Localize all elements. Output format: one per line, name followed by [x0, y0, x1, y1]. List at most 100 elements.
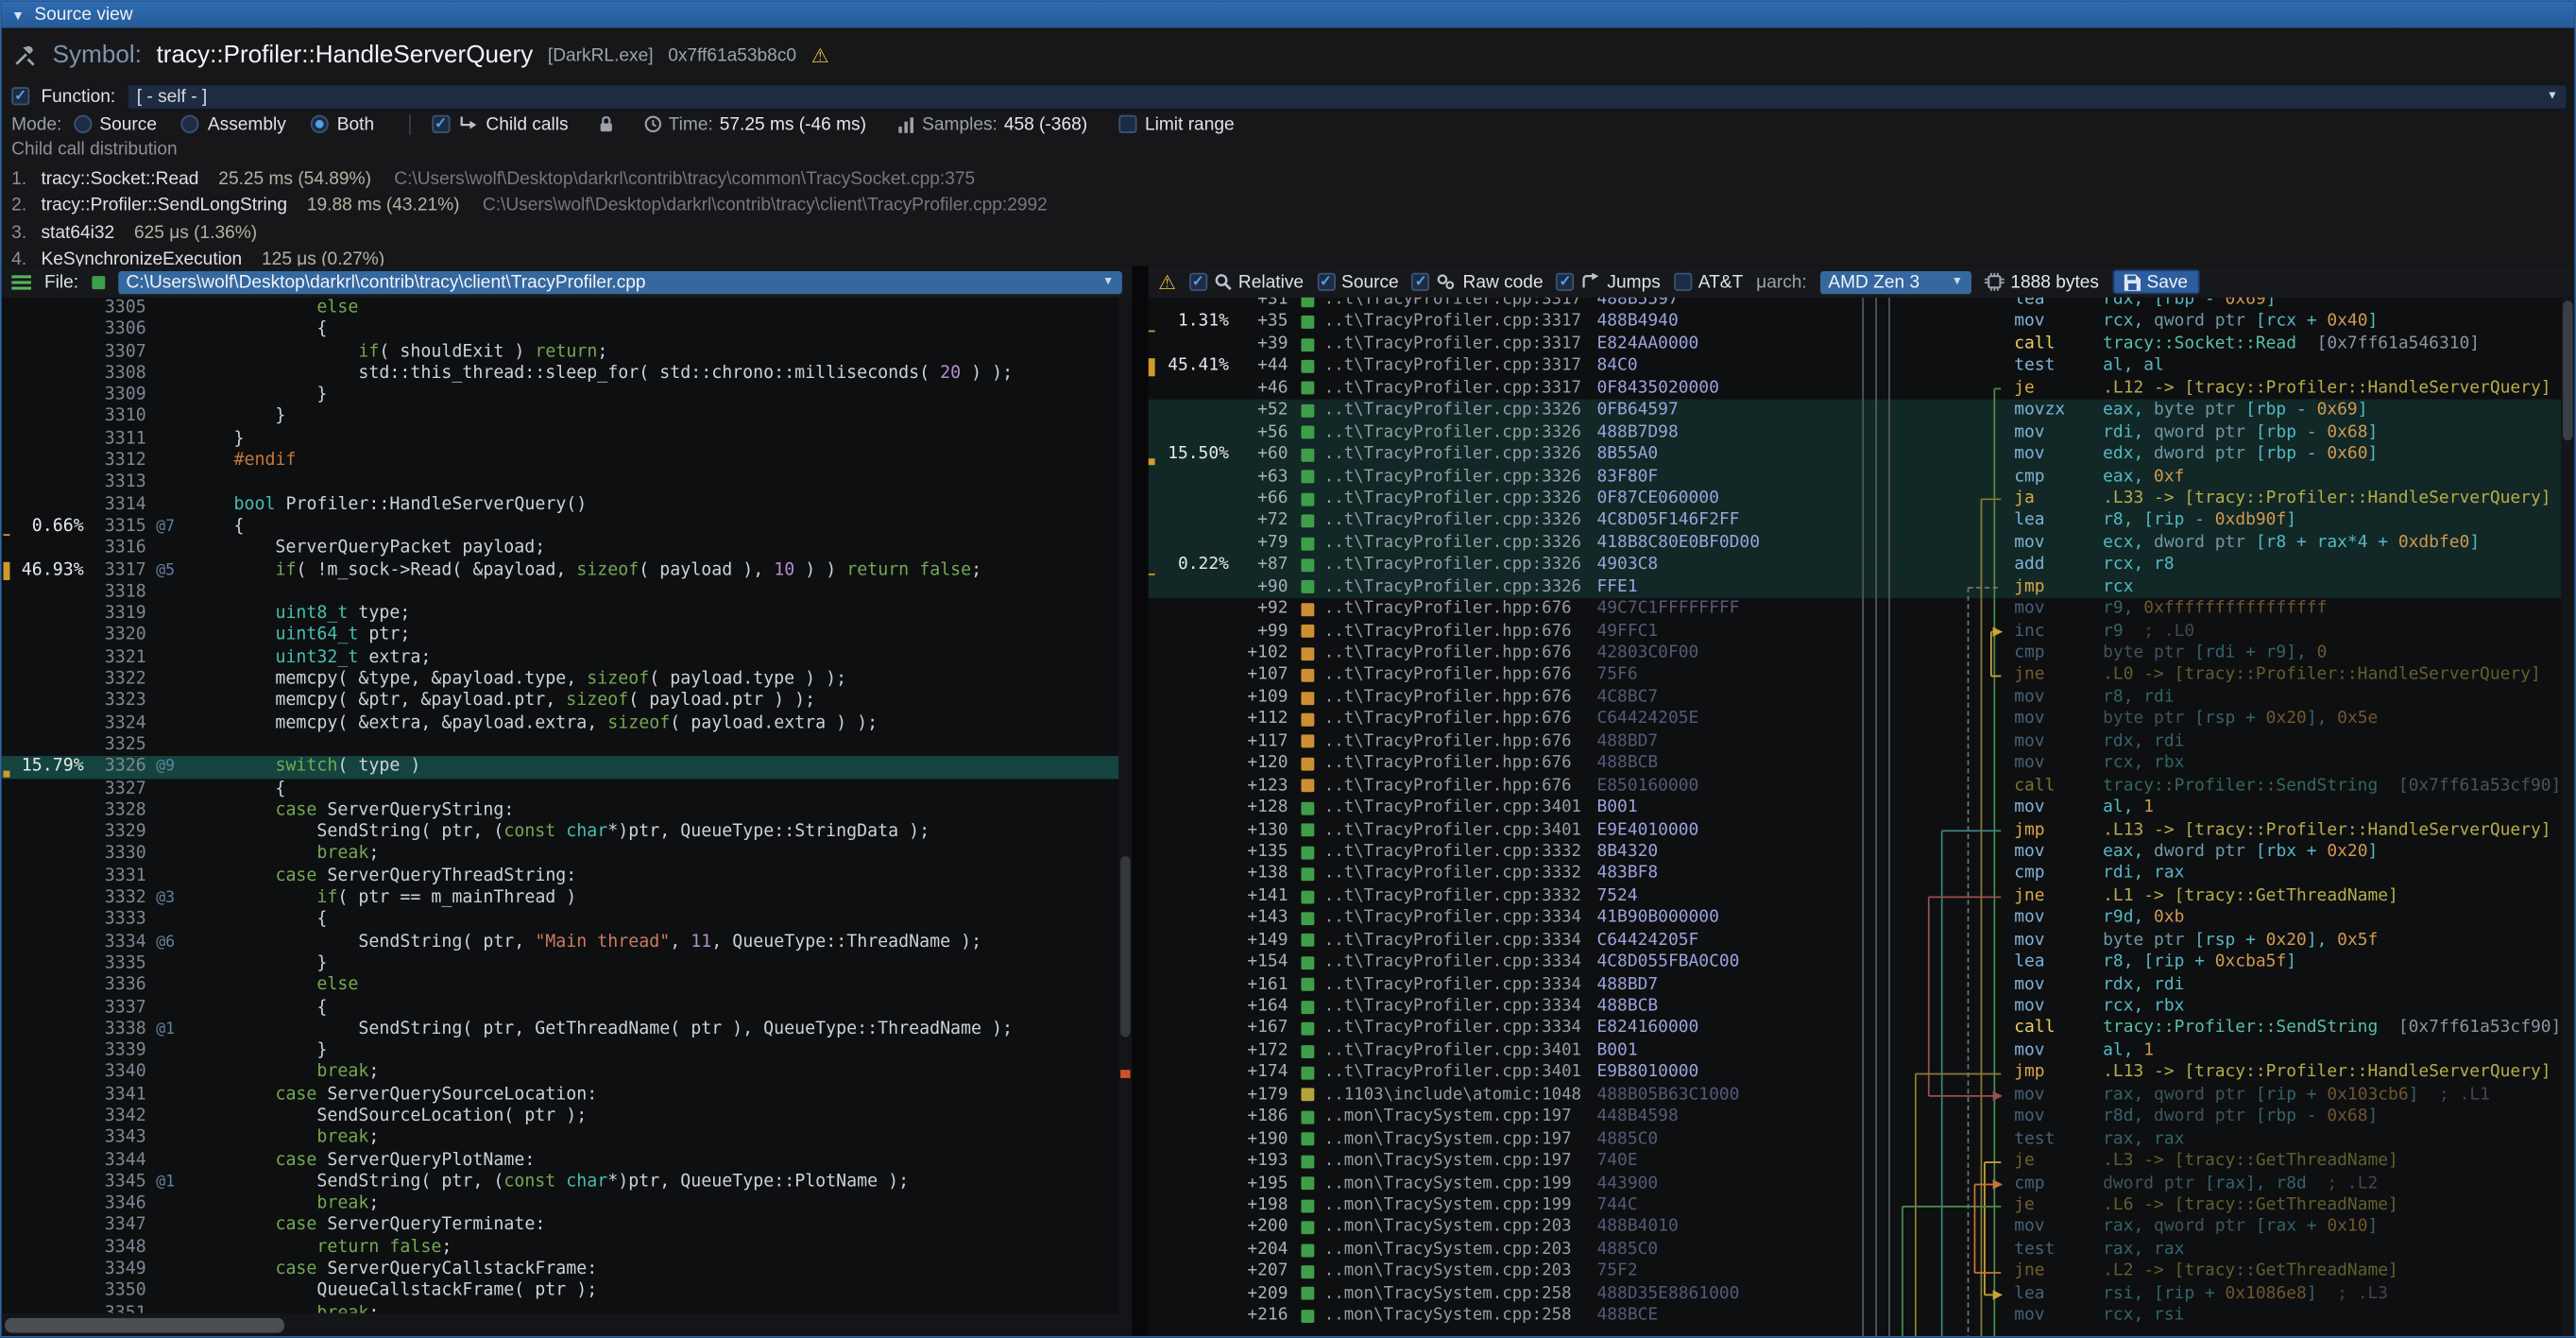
mode-radio-source[interactable]: Source — [74, 114, 157, 134]
asm-row[interactable]: +154..t\TracyProfiler.cpp:33344C8D055FBA… — [1149, 952, 2562, 973]
lock-button[interactable] — [593, 113, 620, 135]
asm-row[interactable]: 1.31%+35..t\TracyProfiler.cpp:3317488B49… — [1149, 311, 2562, 333]
relative-toggle[interactable]: Relative — [1189, 272, 1304, 292]
source-line[interactable]: 3337 { — [2, 997, 1119, 1019]
source-toggle[interactable]: Source — [1317, 272, 1399, 292]
source-line[interactable]: 3329 SendString( ptr, (const char*)ptr, … — [2, 822, 1119, 844]
source-line[interactable]: 3321 uint32_t extra; — [2, 647, 1119, 669]
source-line[interactable]: 3335 } — [2, 953, 1119, 975]
source-line[interactable]: 15.79%3326@9 switch( type ) — [2, 756, 1119, 778]
asm-row[interactable]: +138..t\TracyProfiler.cpp:3332483BF8cmpr… — [1149, 864, 2562, 885]
asm-row[interactable]: +31..t\TracyProfiler.cpp:3317488B5597lea… — [1149, 298, 2562, 312]
asm-row[interactable]: +39..t\TracyProfiler.cpp:3317E824AA0000c… — [1149, 334, 2562, 355]
source-line[interactable]: 3310 } — [2, 406, 1119, 428]
asm-row[interactable]: +186..mon\TracySystem.cpp:197448B4598mov… — [1149, 1106, 2562, 1128]
asm-row[interactable]: +195..mon\TracySystem.cpp:199443900cmpdw… — [1149, 1173, 2562, 1194]
asm-row[interactable]: +179..1103\include\atomic:1048488B05B63C… — [1149, 1084, 2562, 1106]
asm-row[interactable]: +102..t\TracyProfiler.hpp:67642803C0F00c… — [1149, 643, 2562, 664]
source-line[interactable]: 3346 break; — [2, 1193, 1119, 1215]
source-line[interactable]: 3327 { — [2, 779, 1119, 800]
source-line[interactable]: 3306 { — [2, 319, 1119, 341]
asm-row[interactable]: +117..t\TracyProfiler.hpp:676488BD7movrd… — [1149, 730, 2562, 752]
asm-row[interactable]: +123..t\TracyProfiler.hpp:676E850160000c… — [1149, 775, 2562, 797]
asm-row[interactable]: +52..t\TracyProfiler.cpp:33260FB64597mov… — [1149, 400, 2562, 421]
child-calls-toggle[interactable]: Child calls — [432, 114, 569, 134]
asm-row[interactable]: +200..mon\TracySystem.cpp:203488B4010mov… — [1149, 1217, 2562, 1239]
source-line[interactable]: 3343 break; — [2, 1128, 1119, 1150]
asm-row[interactable]: +198..mon\TracySystem.cpp:199744Cje.L6 -… — [1149, 1194, 2562, 1216]
source-line[interactable]: 3319 uint8_t type; — [2, 604, 1119, 626]
uarch-combo[interactable]: AMD Zen 3 ▼ — [1820, 270, 1971, 293]
asm-row[interactable]: +209..mon\TracySystem.cpp:258488D35E8861… — [1149, 1283, 2562, 1305]
asm-row[interactable]: +92..t\TracyProfiler.hpp:67649C7C1FFFFFF… — [1149, 598, 2562, 620]
source-line[interactable]: 3330 break; — [2, 844, 1119, 866]
source-line[interactable]: 3334@6 SendString( ptr, "Main thread", 1… — [2, 931, 1119, 952]
asm-row[interactable]: +216..mon\TracySystem.cpp:258488BCEmovrc… — [1149, 1305, 2562, 1327]
asm-row[interactable]: +56..t\TracyProfiler.cpp:3326488B7D98mov… — [1149, 421, 2562, 443]
source-line[interactable]: 3309 } — [2, 385, 1119, 406]
asm-row[interactable]: +174..t\TracyProfiler.cpp:3401E9B8010000… — [1149, 1062, 2562, 1084]
asm-row[interactable]: +190..mon\TracySystem.cpp:1974885C0testr… — [1149, 1128, 2562, 1150]
asm-row[interactable]: +204..mon\TracySystem.cpp:2034885C0testr… — [1149, 1239, 2562, 1261]
source-line[interactable]: 3316 ServerQueryPacket payload; — [2, 538, 1119, 559]
source-line[interactable]: 3348 return false; — [2, 1237, 1119, 1259]
mode-radio-both[interactable]: Both — [311, 114, 374, 134]
mode-radio-assembly[interactable]: Assembly — [181, 114, 286, 134]
source-line[interactable]: 3313 — [2, 472, 1119, 494]
asm-row[interactable]: +72..t\TracyProfiler.cpp:33264C8D05F146F… — [1149, 510, 2562, 532]
asm-row[interactable]: +120..t\TracyProfiler.hpp:676488BCBmovrc… — [1149, 753, 2562, 775]
source-line[interactable]: 3308 std::this_thread::sleep_for( std::c… — [2, 363, 1119, 385]
raw-code-toggle[interactable]: Raw code — [1412, 272, 1544, 292]
file-list-icon[interactable] — [11, 274, 31, 290]
source-line[interactable]: 3305 else — [2, 298, 1119, 319]
source-line[interactable]: 3342 SendSourceLocation( ptr ); — [2, 1106, 1119, 1127]
asm-row[interactable]: +99..t\TracyProfiler.hpp:67649FFC1incr9 … — [1149, 621, 2562, 643]
window-titlebar[interactable]: ▼ Source view — [2, 2, 2575, 28]
asm-row[interactable]: +207..mon\TracySystem.cpp:20375F2jne.L2 … — [1149, 1261, 2562, 1282]
child-call-entry[interactable]: 3.stat64i32625 μs (1.36%) — [11, 220, 2574, 248]
function-combo[interactable]: [ - self - ] ▼ — [127, 83, 2567, 110]
asm-row[interactable]: +46..t\TracyProfiler.cpp:33170F843502000… — [1149, 378, 2562, 400]
asm-row[interactable]: +164..t\TracyProfiler.cpp:3334488BCBmovr… — [1149, 996, 2562, 1018]
scrollbar-thumb[interactable] — [1120, 856, 1130, 1037]
collapse-arrow-icon[interactable]: ▼ — [11, 8, 25, 23]
source-line[interactable]: 3350 QueueCallstackFrame( ptr ); — [2, 1280, 1119, 1302]
source-line[interactable]: 3347 case ServerQueryTerminate: — [2, 1215, 1119, 1237]
source-line[interactable]: 0.66%3315@7 { — [2, 516, 1119, 538]
source-line[interactable]: 3349 case ServerQueryCallstackFrame: — [2, 1259, 1119, 1280]
source-line[interactable]: 3322 memcpy( &type, &payload.type, sizeo… — [2, 669, 1119, 691]
source-line[interactable]: 3311 } — [2, 429, 1119, 451]
source-line[interactable]: 3333 { — [2, 909, 1119, 931]
asm-row[interactable]: +143..t\TracyProfiler.cpp:333441B90B0000… — [1149, 907, 2562, 929]
att-toggle[interactable]: AT&T — [1674, 272, 1744, 292]
asm-row[interactable]: +130..t\TracyProfiler.cpp:3401E9E4010000… — [1149, 819, 2562, 841]
source-line[interactable]: 3341 case ServerQuerySourceLocation: — [2, 1084, 1119, 1106]
source-line[interactable]: 3339 } — [2, 1040, 1119, 1062]
source-line[interactable]: 3320 uint64_t ptr; — [2, 626, 1119, 647]
asm-row[interactable]: +141..t\TracyProfiler.cpp:33327524jne.L1… — [1149, 885, 2562, 907]
child-call-entry[interactable]: 2.tracy::Profiler::SendLongString19.88 m… — [11, 193, 2574, 220]
scrollbar-thumb[interactable] — [2563, 300, 2572, 440]
source-line[interactable]: 3318 — [2, 581, 1119, 603]
asm-row[interactable]: +63..t\TracyProfiler.cpp:332683F80Fcmpea… — [1149, 466, 2562, 488]
source-line[interactable]: 3314 bool Profiler::HandleServerQuery() — [2, 494, 1119, 516]
assembly-v-scrollbar[interactable] — [2561, 298, 2574, 1336]
source-line[interactable]: 3325 — [2, 734, 1119, 756]
limit-range-toggle[interactable]: Limit range — [1118, 114, 1234, 134]
source-line[interactable]: 3331 case ServerQueryThreadString: — [2, 866, 1119, 887]
source-line[interactable]: 3338@1 SendString( ptr, GetThreadName( p… — [2, 1019, 1119, 1040]
asm-row[interactable]: +66..t\TracyProfiler.cpp:33260F87CE06000… — [1149, 488, 2562, 509]
source-v-scrollbar[interactable] — [1118, 298, 1132, 1313]
source-line[interactable]: 3332@3 if( ptr == m_mainThread ) — [2, 887, 1119, 909]
function-checkbox[interactable] — [11, 87, 29, 105]
jumps-toggle[interactable]: Jumps — [1557, 272, 1661, 292]
asm-row[interactable]: +90..t\TracyProfiler.cpp:3326FFE1jmprcx — [1149, 576, 2562, 598]
asm-row[interactable]: +79..t\TracyProfiler.cpp:3326418B8C80E0B… — [1149, 532, 2562, 554]
child-call-entry[interactable]: 1.tracy::Socket::Read25.25 ms (54.89%)C:… — [11, 166, 2574, 194]
asm-row[interactable]: +128..t\TracyProfiler.cpp:3401B001moval,… — [1149, 798, 2562, 819]
asm-row[interactable]: +107..t\TracyProfiler.hpp:67675F6jne.L0 … — [1149, 664, 2562, 686]
save-button[interactable]: Save — [2112, 269, 2199, 294]
source-line[interactable]: 3351 break; — [2, 1303, 1119, 1313]
source-line[interactable]: 3336 else — [2, 975, 1119, 997]
asm-row[interactable]: +167..t\TracyProfiler.cpp:3334E824160000… — [1149, 1018, 2562, 1039]
